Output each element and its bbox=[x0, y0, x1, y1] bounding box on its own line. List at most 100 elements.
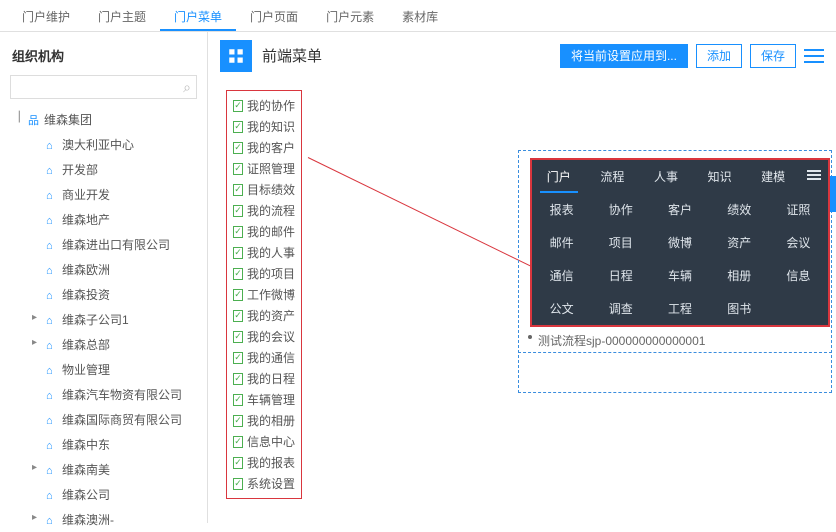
tree-item[interactable]: ⌂开发部 bbox=[6, 157, 201, 182]
top-tab-5[interactable]: 素材库 bbox=[388, 0, 452, 31]
mega-menu-item[interactable]: 绩效 bbox=[710, 193, 769, 226]
tree-item[interactable]: ⌂维森进出口有限公司 bbox=[6, 232, 201, 257]
checklist-item[interactable]: 我的人事 bbox=[233, 242, 295, 263]
top-tab-4[interactable]: 门户元素 bbox=[312, 0, 388, 31]
mega-menu-tab[interactable]: 人事 bbox=[639, 160, 693, 193]
checkbox-icon[interactable] bbox=[233, 226, 243, 238]
checklist-item[interactable]: 我的知识 bbox=[233, 116, 295, 137]
tree-item[interactable]: ▸⌂维森总部 bbox=[6, 332, 201, 357]
tree-item[interactable]: ⌂维森汽车物资有限公司 bbox=[6, 382, 201, 407]
apply-settings-button[interactable]: 将当前设置应用到... bbox=[560, 44, 688, 68]
checkbox-icon[interactable] bbox=[233, 436, 243, 448]
checkbox-icon[interactable] bbox=[233, 478, 243, 490]
checklist-item[interactable]: 我的客户 bbox=[233, 137, 295, 158]
mega-menu-tab[interactable]: 流程 bbox=[586, 160, 640, 193]
checklist-item[interactable]: 我的通信 bbox=[233, 347, 295, 368]
checkbox-icon[interactable] bbox=[233, 352, 243, 364]
checkbox-icon[interactable] bbox=[233, 415, 243, 427]
add-button[interactable]: 添加 bbox=[696, 44, 742, 68]
checkbox-icon[interactable] bbox=[233, 310, 243, 322]
mega-menu-item[interactable]: 公文 bbox=[532, 292, 591, 325]
mega-menu-item[interactable]: 报表 bbox=[532, 193, 591, 226]
mega-menu-tab[interactable]: 知识 bbox=[693, 160, 747, 193]
checkbox-icon[interactable] bbox=[233, 100, 243, 112]
checklist-label: 信息中心 bbox=[247, 433, 295, 450]
tree-item[interactable]: ⌂商业开发 bbox=[6, 182, 201, 207]
mega-menu-item[interactable]: 调查 bbox=[591, 292, 650, 325]
mega-menu-item[interactable]: 微博 bbox=[650, 226, 709, 259]
tree-item[interactable]: ⌂维森公司 bbox=[6, 482, 201, 507]
checklist-item[interactable]: 工作微博 bbox=[233, 284, 295, 305]
search-icon[interactable]: ⌕ bbox=[183, 79, 191, 96]
org-tree: ▕品维森集团⌂澳大利亚中心⌂开发部⌂商业开发⌂维森地产⌂维森进出口有限公司⌂维森… bbox=[0, 107, 207, 532]
top-tab-0[interactable]: 门户维护 bbox=[8, 0, 84, 31]
checkbox-icon[interactable] bbox=[233, 163, 243, 175]
mega-menu-item[interactable]: 相册 bbox=[710, 259, 769, 292]
tree-item[interactable]: ▸⌂维森澳洲- bbox=[6, 507, 201, 532]
mega-menu-tab[interactable]: 门户 bbox=[532, 160, 586, 193]
checklist-label: 我的资产 bbox=[247, 307, 295, 324]
checklist-label: 我的会议 bbox=[247, 328, 295, 345]
tree-item[interactable]: ⌂维森欧洲 bbox=[6, 257, 201, 282]
checklist-item[interactable]: 信息中心 bbox=[233, 431, 295, 452]
checklist-item[interactable]: 我的相册 bbox=[233, 410, 295, 431]
checklist-item[interactable]: 系统设置 bbox=[233, 473, 295, 494]
checklist-item[interactable]: 我的邮件 bbox=[233, 221, 295, 242]
tree-item[interactable]: ⌂维森投资 bbox=[6, 282, 201, 307]
checklist-item[interactable]: 车辆管理 bbox=[233, 389, 295, 410]
checkbox-icon[interactable] bbox=[233, 373, 243, 385]
checkbox-icon[interactable] bbox=[233, 268, 243, 280]
checklist-item[interactable]: 证照管理 bbox=[233, 158, 295, 179]
tree-item[interactable]: ▸⌂维森子公司1 bbox=[6, 307, 201, 332]
search-input[interactable] bbox=[10, 75, 197, 99]
sidebar-title: 组织机构 bbox=[0, 40, 207, 71]
preview-list-item[interactable]: 测试流程sjp-000000000000001 bbox=[538, 332, 705, 349]
tree-item[interactable]: ⌂维森地产 bbox=[6, 207, 201, 232]
tree-item[interactable]: ▸⌂维森南美 bbox=[6, 457, 201, 482]
checklist-item[interactable]: 目标绩效 bbox=[233, 179, 295, 200]
save-button[interactable]: 保存 bbox=[750, 44, 796, 68]
list-view-icon[interactable] bbox=[804, 46, 824, 66]
hamburger-icon[interactable] bbox=[800, 160, 828, 193]
mega-menu-item[interactable]: 车辆 bbox=[650, 259, 709, 292]
top-tab-3[interactable]: 门户页面 bbox=[236, 0, 312, 31]
mega-menu-item[interactable]: 会议 bbox=[769, 226, 828, 259]
tree-item[interactable]: ⌂物业管理 bbox=[6, 357, 201, 382]
mega-menu-item[interactable]: 邮件 bbox=[532, 226, 591, 259]
mega-menu-item[interactable]: 日程 bbox=[591, 259, 650, 292]
tree-root[interactable]: ▕品维森集团 bbox=[6, 107, 201, 132]
checklist-item[interactable]: 我的日程 bbox=[233, 368, 295, 389]
checkbox-icon[interactable] bbox=[233, 457, 243, 469]
mega-menu-item[interactable]: 资产 bbox=[710, 226, 769, 259]
mega-menu-item[interactable]: 图书 bbox=[710, 292, 769, 325]
checklist-label: 车辆管理 bbox=[247, 391, 295, 408]
checkbox-icon[interactable] bbox=[233, 394, 243, 406]
tree-item[interactable]: ⌂澳大利亚中心 bbox=[6, 132, 201, 157]
checklist-item[interactable]: 我的报表 bbox=[233, 452, 295, 473]
mega-menu-item[interactable]: 协作 bbox=[591, 193, 650, 226]
checklist-item[interactable]: 我的会议 bbox=[233, 326, 295, 347]
mega-menu-item[interactable]: 证照 bbox=[769, 193, 828, 226]
mega-menu-tab[interactable]: 建模 bbox=[746, 160, 800, 193]
sidebar: 组织机构 ⌕ ▕品维森集团⌂澳大利亚中心⌂开发部⌂商业开发⌂维森地产⌂维森进出口… bbox=[0, 32, 208, 523]
mega-menu-item[interactable]: 信息 bbox=[769, 259, 828, 292]
checklist-item[interactable]: 我的资产 bbox=[233, 305, 295, 326]
checkbox-icon[interactable] bbox=[233, 121, 243, 133]
mega-menu-item[interactable]: 工程 bbox=[650, 292, 709, 325]
tree-item[interactable]: ⌂维森国际商贸有限公司 bbox=[6, 407, 201, 432]
checkbox-icon[interactable] bbox=[233, 331, 243, 343]
top-tab-2[interactable]: 门户菜单 bbox=[160, 0, 236, 31]
mega-menu-item[interactable]: 通信 bbox=[532, 259, 591, 292]
mega-menu-item[interactable]: 项目 bbox=[591, 226, 650, 259]
checklist-item[interactable]: 我的流程 bbox=[233, 200, 295, 221]
checkbox-icon[interactable] bbox=[233, 247, 243, 259]
checkbox-icon[interactable] bbox=[233, 289, 243, 301]
checkbox-icon[interactable] bbox=[233, 184, 243, 196]
checklist-item[interactable]: 我的项目 bbox=[233, 263, 295, 284]
mega-menu-item[interactable]: 客户 bbox=[650, 193, 709, 226]
checkbox-icon[interactable] bbox=[233, 142, 243, 154]
checklist-item[interactable]: 我的协作 bbox=[233, 95, 295, 116]
checkbox-icon[interactable] bbox=[233, 205, 243, 217]
tree-item[interactable]: ⌂维森中东 bbox=[6, 432, 201, 457]
top-tab-1[interactable]: 门户主题 bbox=[84, 0, 160, 31]
